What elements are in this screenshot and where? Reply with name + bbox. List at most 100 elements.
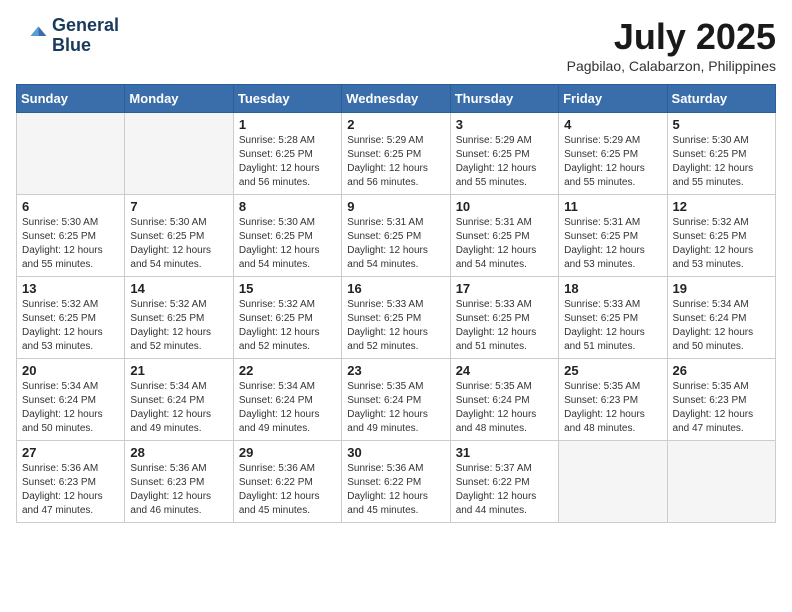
day-info: Sunrise: 5:31 AMSunset: 6:25 PMDaylight:… (456, 216, 553, 272)
day-number: 16 (347, 281, 444, 296)
weekday-header: Tuesday (233, 85, 341, 113)
calendar-cell: 23 Sunrise: 5:35 AMSunset: 6:24 PMDayligh… (342, 359, 450, 441)
day-info: Sunrise: 5:36 AMSunset: 6:22 PMDaylight:… (347, 462, 444, 518)
calendar-cell: 9 Sunrise: 5:31 AMSunset: 6:25 PMDaylight… (342, 195, 450, 277)
calendar-week-row: 13 Sunrise: 5:32 AMSunset: 6:25 PMDayligh… (17, 277, 776, 359)
day-info: Sunrise: 5:30 AMSunset: 6:25 PMDaylight:… (239, 216, 336, 272)
day-number: 10 (456, 199, 553, 214)
calendar-cell (559, 441, 667, 523)
calendar-cell: 1 Sunrise: 5:28 AMSunset: 6:25 PMDaylight… (233, 113, 341, 195)
day-number: 20 (22, 363, 119, 378)
day-number: 9 (347, 199, 444, 214)
logo-text: General Blue (52, 16, 119, 56)
day-info: Sunrise: 5:36 AMSunset: 6:23 PMDaylight:… (130, 462, 227, 518)
calendar-cell: 26Sunrise: 5:35 AMSunset: 6:23 PMDayligh… (667, 359, 775, 441)
day-number: 1 (239, 117, 336, 132)
day-number: 6 (22, 199, 119, 214)
calendar-cell: 7 Sunrise: 5:30 AMSunset: 6:25 PMDaylight… (125, 195, 233, 277)
day-number: 11 (564, 199, 661, 214)
calendar-week-row: 20 Sunrise: 5:34 AMSunset: 6:24 PMDayligh… (17, 359, 776, 441)
calendar-cell: 24Sunrise: 5:35 AMSunset: 6:24 PMDayligh… (450, 359, 558, 441)
day-number: 15 (239, 281, 336, 296)
calendar-cell: 20 Sunrise: 5:34 AMSunset: 6:24 PMDayligh… (17, 359, 125, 441)
day-number: 8 (239, 199, 336, 214)
calendar-cell: 4 Sunrise: 5:29 AMSunset: 6:25 PMDaylight… (559, 113, 667, 195)
calendar-cell: 6 Sunrise: 5:30 AMSunset: 6:25 PMDaylight… (17, 195, 125, 277)
day-number: 21 (130, 363, 227, 378)
day-number: 28 (130, 445, 227, 460)
month-title: July 2025 (567, 16, 776, 58)
day-info: Sunrise: 5:31 AMSunset: 6:25 PMDaylight:… (347, 216, 444, 272)
calendar-cell: 17Sunrise: 5:33 AMSunset: 6:25 PMDayligh… (450, 277, 558, 359)
day-number: 17 (456, 281, 553, 296)
day-number: 5 (673, 117, 770, 132)
calendar-cell: 10 Sunrise: 5:31 AMSunset: 6:25 PMDayligh… (450, 195, 558, 277)
day-info: Sunrise: 5:29 AMSunset: 6:25 PMDaylight:… (564, 134, 661, 190)
calendar-cell: 29Sunrise: 5:36 AMSunset: 6:22 PMDayligh… (233, 441, 341, 523)
day-info: Sunrise: 5:35 AMSunset: 6:24 PMDaylight:… (347, 380, 444, 436)
title-block: July 2025 Pagbilao, Calabarzon, Philippi… (567, 16, 776, 74)
day-info: Sunrise: 5:31 AMSunset: 6:25 PMDaylight:… (564, 216, 661, 272)
weekday-header: Saturday (667, 85, 775, 113)
calendar-cell: 31 Sunrise: 5:37 AMSunset: 6:22 PMDayligh… (450, 441, 558, 523)
logo-icon (16, 20, 48, 52)
day-number: 22 (239, 363, 336, 378)
day-info: Sunrise: 5:34 AMSunset: 6:24 PMDaylight:… (239, 380, 336, 436)
location: Pagbilao, Calabarzon, Philippines (567, 58, 776, 74)
calendar-cell: 21 Sunrise: 5:34 AMSunset: 6:24 PMDayligh… (125, 359, 233, 441)
calendar-cell: 8 Sunrise: 5:30 AMSunset: 6:25 PMDaylight… (233, 195, 341, 277)
day-number: 13 (22, 281, 119, 296)
weekday-header: Monday (125, 85, 233, 113)
calendar-table: SundayMondayTuesdayWednesdayThursdayFrid… (16, 84, 776, 523)
day-number: 14 (130, 281, 227, 296)
day-number: 3 (456, 117, 553, 132)
day-number: 7 (130, 199, 227, 214)
day-number: 26 (673, 363, 770, 378)
day-info: Sunrise: 5:30 AMSunset: 6:25 PMDaylight:… (130, 216, 227, 272)
day-number: 4 (564, 117, 661, 132)
calendar-cell (667, 441, 775, 523)
weekday-header: Wednesday (342, 85, 450, 113)
logo-line1: General (52, 16, 119, 36)
calendar-week-row: 1 Sunrise: 5:28 AMSunset: 6:25 PMDaylight… (17, 113, 776, 195)
day-info: Sunrise: 5:30 AMSunset: 6:25 PMDaylight:… (22, 216, 119, 272)
calendar-cell: 22 Sunrise: 5:34 AMSunset: 6:24 PMDayligh… (233, 359, 341, 441)
day-number: 23 (347, 363, 444, 378)
day-info: Sunrise: 5:32 AMSunset: 6:25 PMDaylight:… (22, 298, 119, 354)
day-number: 24 (456, 363, 553, 378)
weekday-header: Friday (559, 85, 667, 113)
calendar-cell: 30 Sunrise: 5:36 AMSunset: 6:22 PMDayligh… (342, 441, 450, 523)
day-number: 18 (564, 281, 661, 296)
logo-line2: Blue (52, 36, 119, 56)
day-number: 27 (22, 445, 119, 460)
day-number: 31 (456, 445, 553, 460)
calendar-cell: 25 Sunrise: 5:35 AMSunset: 6:23 PMDayligh… (559, 359, 667, 441)
day-number: 25 (564, 363, 661, 378)
day-number: 19 (673, 281, 770, 296)
weekday-header: Thursday (450, 85, 558, 113)
calendar-cell: 5 Sunrise: 5:30 AMSunset: 6:25 PMDaylight… (667, 113, 775, 195)
calendar-week-row: 6 Sunrise: 5:30 AMSunset: 6:25 PMDaylight… (17, 195, 776, 277)
day-info: Sunrise: 5:30 AMSunset: 6:25 PMDaylight:… (673, 134, 770, 190)
day-info: Sunrise: 5:29 AMSunset: 6:25 PMDaylight:… (456, 134, 553, 190)
day-info: Sunrise: 5:32 AMSunset: 6:25 PMDaylight:… (673, 216, 770, 272)
weekday-header-row: SundayMondayTuesdayWednesdayThursdayFrid… (17, 85, 776, 113)
weekday-header: Sunday (17, 85, 125, 113)
calendar-cell: 11 Sunrise: 5:31 AMSunset: 6:25 PMDayligh… (559, 195, 667, 277)
calendar-cell: 15Sunrise: 5:32 AMSunset: 6:25 PMDayligh… (233, 277, 341, 359)
day-number: 30 (347, 445, 444, 460)
calendar-cell (17, 113, 125, 195)
day-info: Sunrise: 5:34 AMSunset: 6:24 PMDaylight:… (673, 298, 770, 354)
calendar-cell: 3 Sunrise: 5:29 AMSunset: 6:25 PMDaylight… (450, 113, 558, 195)
day-info: Sunrise: 5:35 AMSunset: 6:23 PMDaylight:… (564, 380, 661, 436)
day-number: 2 (347, 117, 444, 132)
day-number: 29 (239, 445, 336, 460)
calendar-cell: 16 Sunrise: 5:33 AMSunset: 6:25 PMDayligh… (342, 277, 450, 359)
day-info: Sunrise: 5:34 AMSunset: 6:24 PMDaylight:… (130, 380, 227, 436)
day-info: Sunrise: 5:29 AMSunset: 6:25 PMDaylight:… (347, 134, 444, 190)
day-info: Sunrise: 5:34 AMSunset: 6:24 PMDaylight:… (22, 380, 119, 436)
day-info: Sunrise: 5:33 AMSunset: 6:25 PMDaylight:… (347, 298, 444, 354)
calendar-cell: 28 Sunrise: 5:36 AMSunset: 6:23 PMDayligh… (125, 441, 233, 523)
day-info: Sunrise: 5:37 AMSunset: 6:22 PMDaylight:… (456, 462, 553, 518)
day-info: Sunrise: 5:28 AMSunset: 6:25 PMDaylight:… (239, 134, 336, 190)
